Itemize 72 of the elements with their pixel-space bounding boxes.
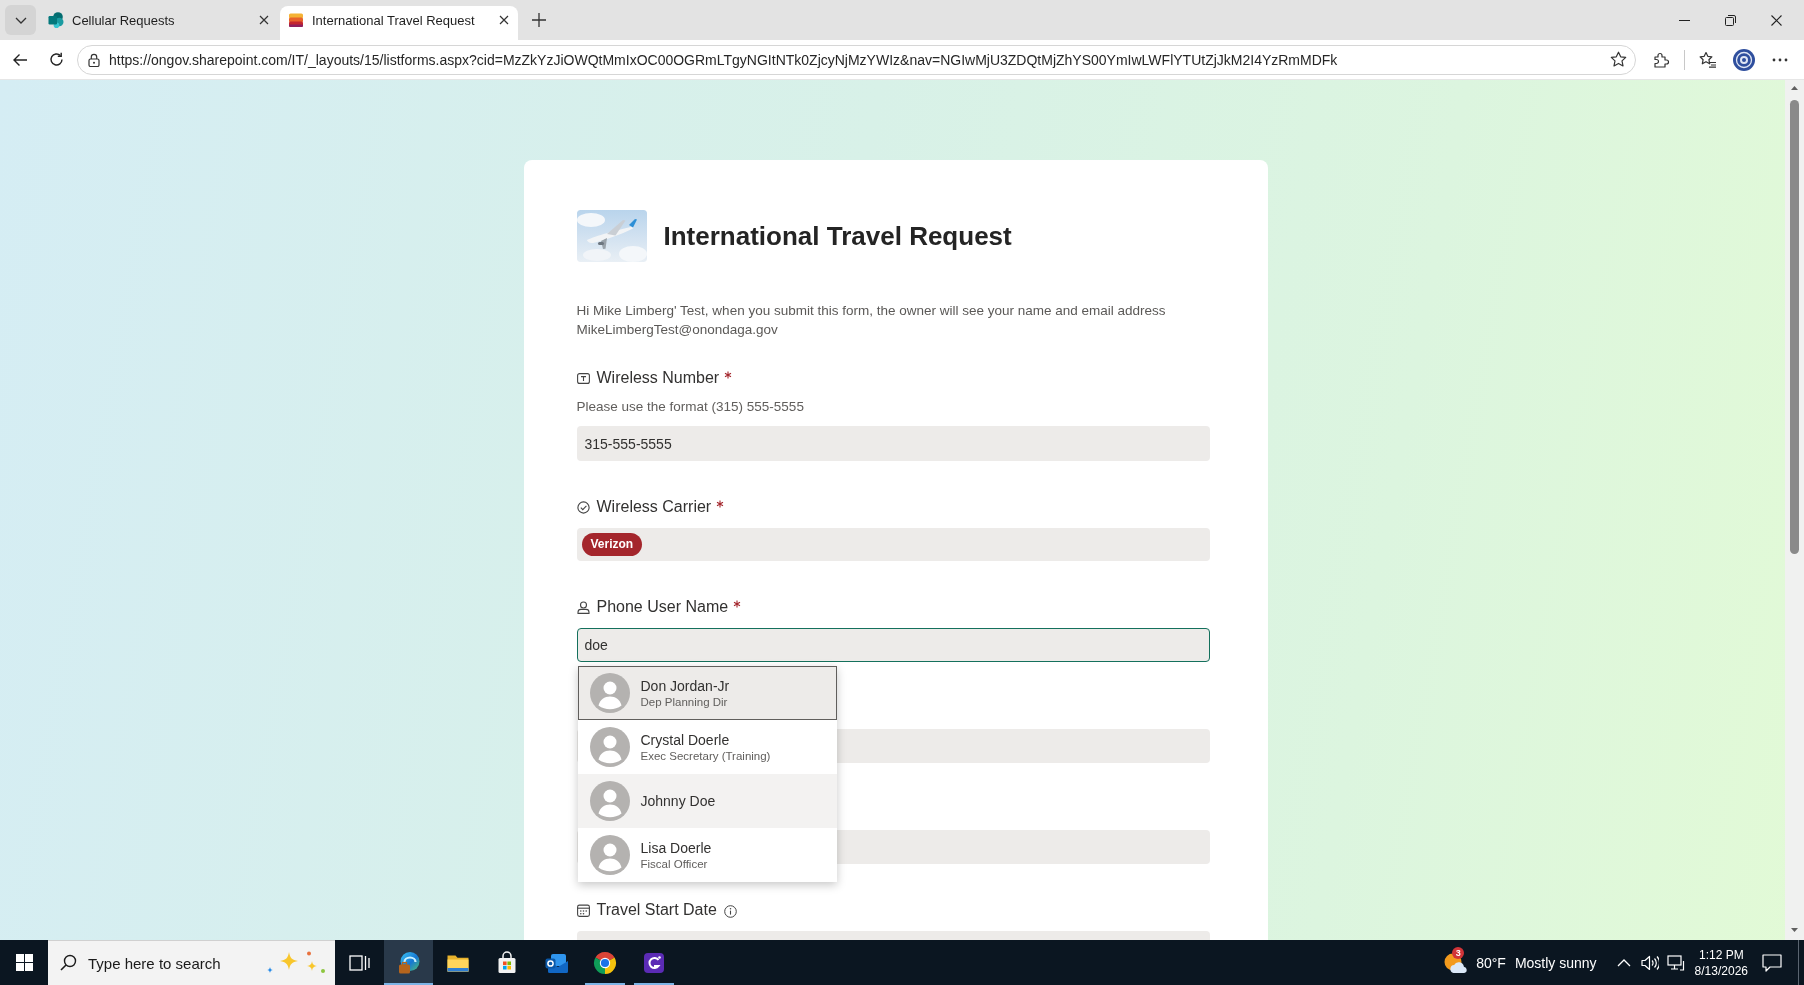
scrollbar[interactable] xyxy=(1785,80,1804,940)
close-icon[interactable] xyxy=(1770,14,1782,26)
person-avatar-icon xyxy=(589,835,630,875)
person-name: Lisa Doerle xyxy=(640,840,712,856)
clock-time[interactable]: 1:12 PM xyxy=(1698,946,1744,963)
person-name: Don Jordan-Jr xyxy=(640,678,730,694)
field-hint: Please use the format (315) 555-5555 xyxy=(576,398,805,416)
person-name: Crystal Doerle xyxy=(640,732,731,748)
alert-count-badge: 3 xyxy=(1452,946,1465,959)
scroll-down-icon[interactable] xyxy=(1791,928,1798,932)
more-icon[interactable] xyxy=(1772,57,1788,62)
chevron-up-icon[interactable] xyxy=(1616,958,1631,967)
suggestion-item[interactable]: Lisa Doerle Fiscal Officer xyxy=(577,828,837,882)
field-label: Wireless Carrier xyxy=(596,498,712,516)
puzzle-piece-icon[interactable] xyxy=(1652,51,1670,68)
person-avatar-icon xyxy=(589,727,630,767)
people-picker-input[interactable]: doe xyxy=(576,628,1210,662)
windows-logo-icon[interactable] xyxy=(15,954,33,971)
person-avatar-icon xyxy=(589,781,630,821)
text-input[interactable]: 315-555-5555 xyxy=(576,426,1210,461)
person-icon xyxy=(576,600,590,614)
scroll-up-icon[interactable] xyxy=(1791,86,1798,90)
check-circle-icon xyxy=(576,500,590,514)
suggestion-item[interactable]: Don Jordan-Jr Dep Planning Dir xyxy=(577,666,837,720)
restore-icon[interactable] xyxy=(1724,14,1736,26)
field-label: Wireless Number xyxy=(596,369,720,387)
address-bar[interactable]: https://ongov.sharepoint.com/IT/_layouts/15/listforms.aspx?cid=MzZkYzJiOWQtMmIxOC00OGRmLTgyNGItNTk0ZjcyNjMzYWIz&nav=NGIwMjU3ZDQtMjZhYS00YmIwLWFlYTUtZjJkM2I4YzRmMDFk xyxy=(77,44,1636,75)
clock-date[interactable]: 8/13/2026 xyxy=(1694,962,1748,979)
minimize-icon[interactable] xyxy=(1678,19,1690,21)
search-icon xyxy=(60,954,77,971)
scrollbar-thumb[interactable] xyxy=(1790,100,1799,554)
network-icon[interactable] xyxy=(1666,954,1685,971)
form-title: International Travel Request xyxy=(663,220,1012,253)
weather-condition[interactable]: Mostly sunny xyxy=(1514,954,1597,971)
suggestion-item[interactable]: Johnny Doe xyxy=(577,774,837,828)
plus-icon[interactable] xyxy=(531,12,547,28)
tricolor-circle-icon xyxy=(592,950,617,975)
calendar-icon xyxy=(576,903,590,917)
choice-field[interactable]: Verizon xyxy=(576,528,1210,561)
job-title: Exec Secretary (Training) xyxy=(640,750,771,762)
app-tile-icon xyxy=(641,950,666,975)
stacked-bars-icon xyxy=(288,12,304,28)
favorites-icon[interactable] xyxy=(1699,51,1717,68)
back-icon[interactable] xyxy=(12,52,28,67)
form-intro: Hi Mike Limberg' Test, when you submit this form, the owner will see your name and email address MikeLimbergTest@onondaga.gov xyxy=(576,302,1167,339)
suggestion-item[interactable]: Crystal Doerle Exec Secretary (Training) xyxy=(577,720,837,774)
text-field-icon xyxy=(576,371,590,385)
job-title: Dep Planning Dir xyxy=(640,696,729,708)
tab-actions-button[interactable] xyxy=(5,5,36,35)
person-avatar-icon xyxy=(589,673,630,713)
info-icon[interactable] xyxy=(723,905,737,918)
lock-icon xyxy=(88,52,100,67)
star-icon[interactable] xyxy=(1610,51,1627,68)
choice-tag: Verizon xyxy=(581,533,643,556)
close-icon[interactable] xyxy=(259,15,269,25)
volume-icon[interactable] xyxy=(1640,954,1659,971)
circles-logo-icon xyxy=(48,12,64,28)
reload-icon[interactable] xyxy=(48,52,64,67)
airplane-drawing xyxy=(576,210,647,262)
field-label: Phone User Name xyxy=(596,598,729,616)
chevron-down-icon xyxy=(14,16,27,24)
browser-tab[interactable]: Cellular Requests xyxy=(40,6,278,40)
browser-tab[interactable]: International Travel Request xyxy=(280,6,518,40)
job-title: Fiscal Officer xyxy=(640,858,709,870)
profile-avatar-icon[interactable] xyxy=(1733,48,1755,71)
search-field[interactable]: Type here to search xyxy=(48,940,335,985)
temperature[interactable]: 80°F xyxy=(1476,954,1506,971)
notifications-icon[interactable] xyxy=(1762,953,1782,972)
swirl-browser-icon xyxy=(396,950,421,975)
close-icon[interactable] xyxy=(499,15,509,25)
person-name: Johnny Doe xyxy=(640,793,716,809)
field-label: Travel Start Date xyxy=(596,901,717,919)
